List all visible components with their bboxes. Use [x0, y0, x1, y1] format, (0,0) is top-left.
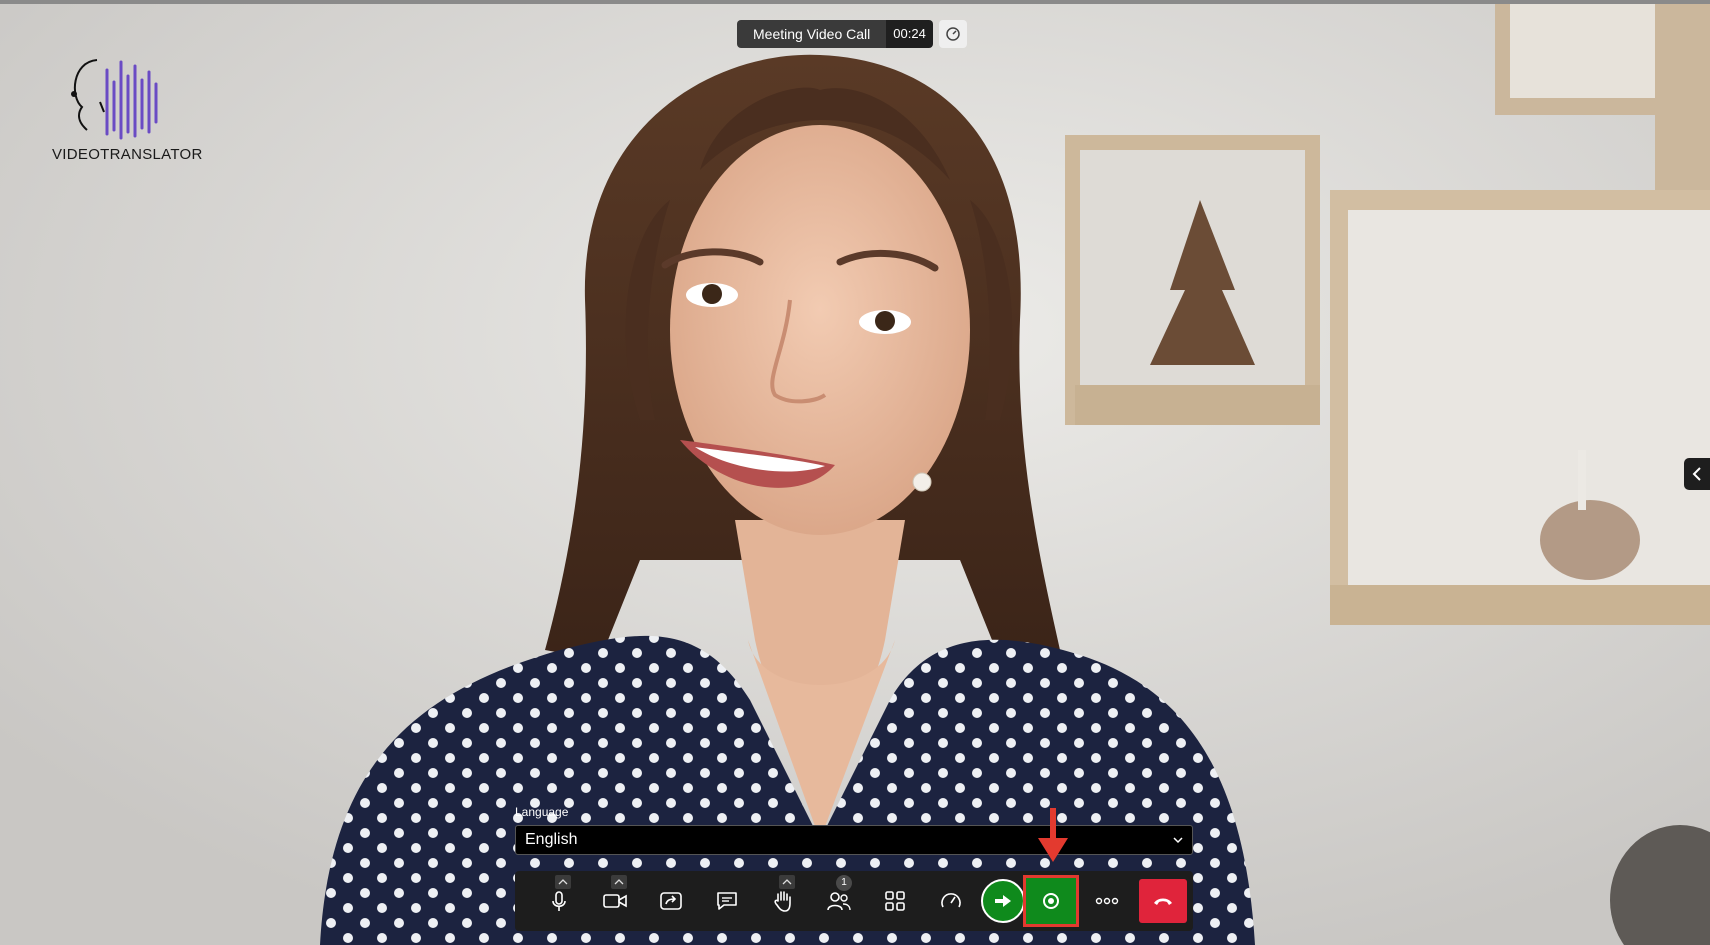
arrow-right-icon: [995, 895, 1011, 907]
chevron-up-icon: [782, 879, 792, 885]
more-options-button[interactable]: [1079, 871, 1135, 931]
language-select[interactable]: English: [515, 825, 1193, 855]
video-frame-image: [0, 0, 1710, 945]
chevron-up-icon: [558, 879, 568, 885]
record-icon: [1043, 893, 1059, 909]
translate-button-circle: [981, 879, 1025, 923]
video-camera-icon: [603, 894, 627, 908]
raise-hand-options-button[interactable]: [779, 875, 795, 889]
more-dots-icon: [1095, 897, 1119, 905]
grid-icon: [885, 891, 905, 911]
layout-button[interactable]: [867, 871, 923, 931]
microphone-options-button[interactable]: [555, 875, 571, 889]
call-toolbar: 1: [515, 871, 1193, 931]
chevron-up-icon: [614, 879, 624, 885]
app-logo: VIDEOTRANSLATOR: [52, 52, 202, 164]
logo-wordmark: VIDEOTRANSLATOR: [52, 146, 203, 163]
connection-stats-button[interactable]: [938, 20, 967, 48]
microphone-icon: [552, 891, 566, 911]
hang-up-button[interactable]: [1139, 879, 1187, 923]
language-selected-value: English: [525, 831, 578, 848]
window-top-strip: [0, 0, 1710, 4]
chat-bubble-icon: [717, 892, 737, 910]
side-panel-toggle[interactable]: [1684, 458, 1710, 490]
chat-button[interactable]: [699, 871, 755, 931]
speedometer-icon: [941, 893, 961, 908]
meeting-timer: 00:24: [886, 20, 933, 48]
share-screen-icon: [660, 892, 682, 910]
video-feed: [0, 0, 1710, 945]
record-button[interactable]: [1023, 875, 1079, 927]
chevron-down-icon: [1173, 837, 1183, 844]
chevron-left-icon: [1692, 467, 1701, 481]
logo-mark-icon: [71, 59, 158, 140]
camera-options-button[interactable]: [611, 875, 627, 889]
meeting-title: Meeting Video Call: [737, 20, 887, 48]
performance-button[interactable]: [923, 871, 979, 931]
hand-icon: [774, 891, 791, 912]
participants-count-badge: 1: [836, 875, 852, 891]
meeting-header: Meeting Video Call 00:24: [737, 20, 967, 48]
phone-hangup-icon: [1154, 898, 1172, 905]
red-arrow-annotation: [1038, 808, 1068, 862]
share-screen-button[interactable]: [643, 871, 699, 931]
language-label: Language: [515, 805, 569, 819]
people-icon: [827, 892, 851, 911]
speedometer-icon: [946, 27, 960, 41]
